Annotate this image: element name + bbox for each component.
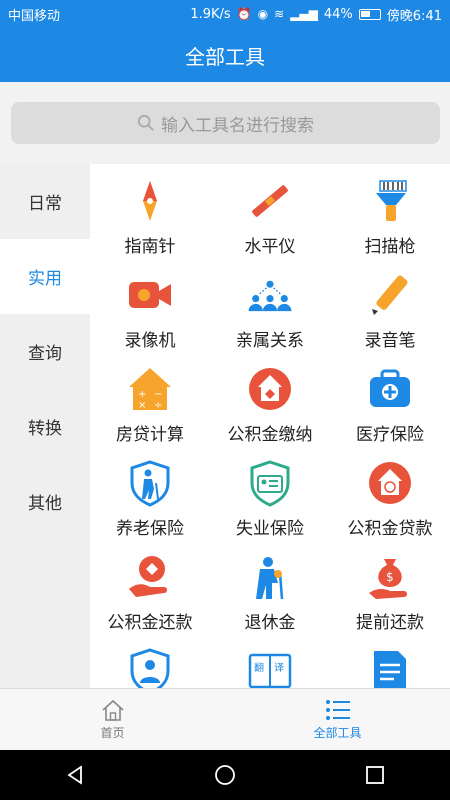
signal-icon: ▂▄▆ xyxy=(290,7,318,21)
battery-icon xyxy=(358,8,381,20)
search-area: 输入工具名进行搜索 xyxy=(0,82,450,164)
sidebar-item-practical[interactable]: 实用 xyxy=(0,239,90,314)
tool-label: 公积金贷款 xyxy=(347,519,433,539)
svg-text:$: $ xyxy=(386,570,394,584)
wifi-icon: ≋ xyxy=(274,7,285,21)
home-icon xyxy=(101,699,124,721)
svg-text:+: + xyxy=(138,389,146,400)
tool-family-relation[interactable]: 亲属关系 xyxy=(210,270,330,364)
tool-profile[interactable] xyxy=(90,646,210,688)
tool-pension-insurance[interactable]: 养老保险 xyxy=(90,458,210,552)
tool-label: 亲属关系 xyxy=(236,331,304,351)
alarm-icon: ⏰ xyxy=(236,7,252,21)
tool-medical-insurance[interactable]: 医疗保险 xyxy=(330,364,450,458)
status-bar: 中国移动 1.9K/s ⏰ ◉ ≋ ▂▄▆ 44% 傍晚6:41 xyxy=(0,0,450,28)
video-camera-icon xyxy=(125,270,175,320)
sidebar-item-label: 其他 xyxy=(28,494,62,514)
sidebar-item-daily[interactable]: 日常 xyxy=(0,164,90,239)
unemployment-shield-icon xyxy=(245,458,295,508)
tool-translate[interactable]: 翻译 xyxy=(210,646,330,688)
tool-scanner[interactable]: 扫描枪 xyxy=(330,176,450,270)
back-icon[interactable] xyxy=(63,763,87,787)
home-circle-icon[interactable] xyxy=(213,763,237,787)
sidebar-item-other[interactable]: 其他 xyxy=(0,464,90,539)
scanner-icon xyxy=(365,176,415,226)
house-calculator-icon: + − × ÷ xyxy=(125,364,175,414)
medical-bag-icon xyxy=(365,364,415,414)
tab-all-tools[interactable]: 全部工具 xyxy=(225,689,450,750)
tool-label: 公积金缴纳 xyxy=(227,425,313,445)
document-icon xyxy=(365,646,415,688)
tool-label: 退休金 xyxy=(244,613,296,633)
carrier-label: 中国移动 xyxy=(8,8,61,24)
bottom-tab-bar: 首页 全部工具 xyxy=(0,688,450,750)
profile-shield-icon xyxy=(125,646,175,688)
tool-label: 医疗保险 xyxy=(356,425,424,445)
sidebar-item-label: 日常 xyxy=(28,194,62,214)
tool-unemployment-insurance[interactable]: 失业保险 xyxy=(210,458,330,552)
compass-icon xyxy=(125,176,175,226)
tool-video-recorder[interactable]: 录像机 xyxy=(90,270,210,364)
tool-label: 指南针 xyxy=(124,237,176,257)
clock: 傍晚6:41 xyxy=(386,8,442,24)
tool-fund-repay[interactable]: 公积金还款 xyxy=(90,552,210,646)
tool-compass[interactable]: 指南针 xyxy=(90,176,210,270)
fund-payment-icon xyxy=(245,364,295,414)
svg-text:×: × xyxy=(138,400,146,411)
tool-prepayment[interactable]: $ 提前还款 xyxy=(330,552,450,646)
tool-fund-loan[interactable]: 公积金贷款 xyxy=(330,458,450,552)
search-icon xyxy=(137,114,154,131)
level-icon xyxy=(245,176,295,226)
page-title: 全部工具 xyxy=(185,44,265,69)
tab-label: 全部工具 xyxy=(313,725,362,740)
tool-label: 录音笔 xyxy=(364,331,416,351)
tool-label: 养老保险 xyxy=(116,519,184,539)
tool-label: 扫描枪 xyxy=(364,237,416,257)
sidebar-item-label: 查询 xyxy=(28,344,62,364)
family-icon xyxy=(245,270,295,320)
tool-label: 房贷计算 xyxy=(116,425,184,445)
tool-voice-recorder[interactable]: 录音笔 xyxy=(330,270,450,364)
sidebar-item-label: 实用 xyxy=(28,269,62,289)
list-icon xyxy=(325,699,350,720)
tool-label: 失业保险 xyxy=(236,519,304,539)
sidebar-item-convert[interactable]: 转换 xyxy=(0,389,90,464)
svg-text:译: 译 xyxy=(274,662,284,674)
title-bar: 全部工具 xyxy=(0,28,450,82)
fund-loan-icon xyxy=(365,458,415,508)
category-sidebar: 日常 实用 查询 转换 其他 xyxy=(0,164,90,688)
tool-document[interactable] xyxy=(330,646,450,688)
search-placeholder: 输入工具名进行搜索 xyxy=(161,115,314,136)
tool-label: 录像机 xyxy=(124,331,176,351)
tab-label: 首页 xyxy=(100,725,125,740)
money-bag-icon: $ xyxy=(365,552,415,602)
svg-text:−: − xyxy=(154,389,162,400)
sidebar-item-label: 转换 xyxy=(28,419,62,439)
translate-book-icon: 翻译 xyxy=(245,646,295,688)
svg-text:翻: 翻 xyxy=(254,662,264,674)
tool-mortgage-calc[interactable]: + − × ÷ 房贷计算 xyxy=(90,364,210,458)
tool-label: 公积金还款 xyxy=(107,613,193,633)
network-speed: 1.9K/s xyxy=(190,6,231,22)
tab-home[interactable]: 首页 xyxy=(0,689,225,750)
pension-icon xyxy=(245,552,295,602)
elder-shield-icon xyxy=(125,458,175,508)
tool-grid: 指南针 水平仪 扫描枪 录像机 亲属关系 录音笔 + − × ÷ 房贷计算 公积… xyxy=(90,164,450,688)
tool-level[interactable]: 水平仪 xyxy=(210,176,330,270)
system-nav-bar xyxy=(0,750,450,800)
tool-label: 提前还款 xyxy=(356,613,424,633)
svg-text:÷: ÷ xyxy=(154,400,162,411)
recent-apps-icon[interactable] xyxy=(363,763,387,787)
eye-icon: ◉ xyxy=(257,7,269,21)
fund-repay-icon xyxy=(125,552,175,602)
battery-percent: 44% xyxy=(323,6,353,22)
search-input[interactable]: 输入工具名进行搜索 xyxy=(11,102,440,144)
tool-retirement[interactable]: 退休金 xyxy=(210,552,330,646)
sidebar-item-query[interactable]: 查询 xyxy=(0,314,90,389)
tool-label: 水平仪 xyxy=(244,237,296,257)
pen-icon xyxy=(365,270,415,320)
tool-fund-payment[interactable]: 公积金缴纳 xyxy=(210,364,330,458)
